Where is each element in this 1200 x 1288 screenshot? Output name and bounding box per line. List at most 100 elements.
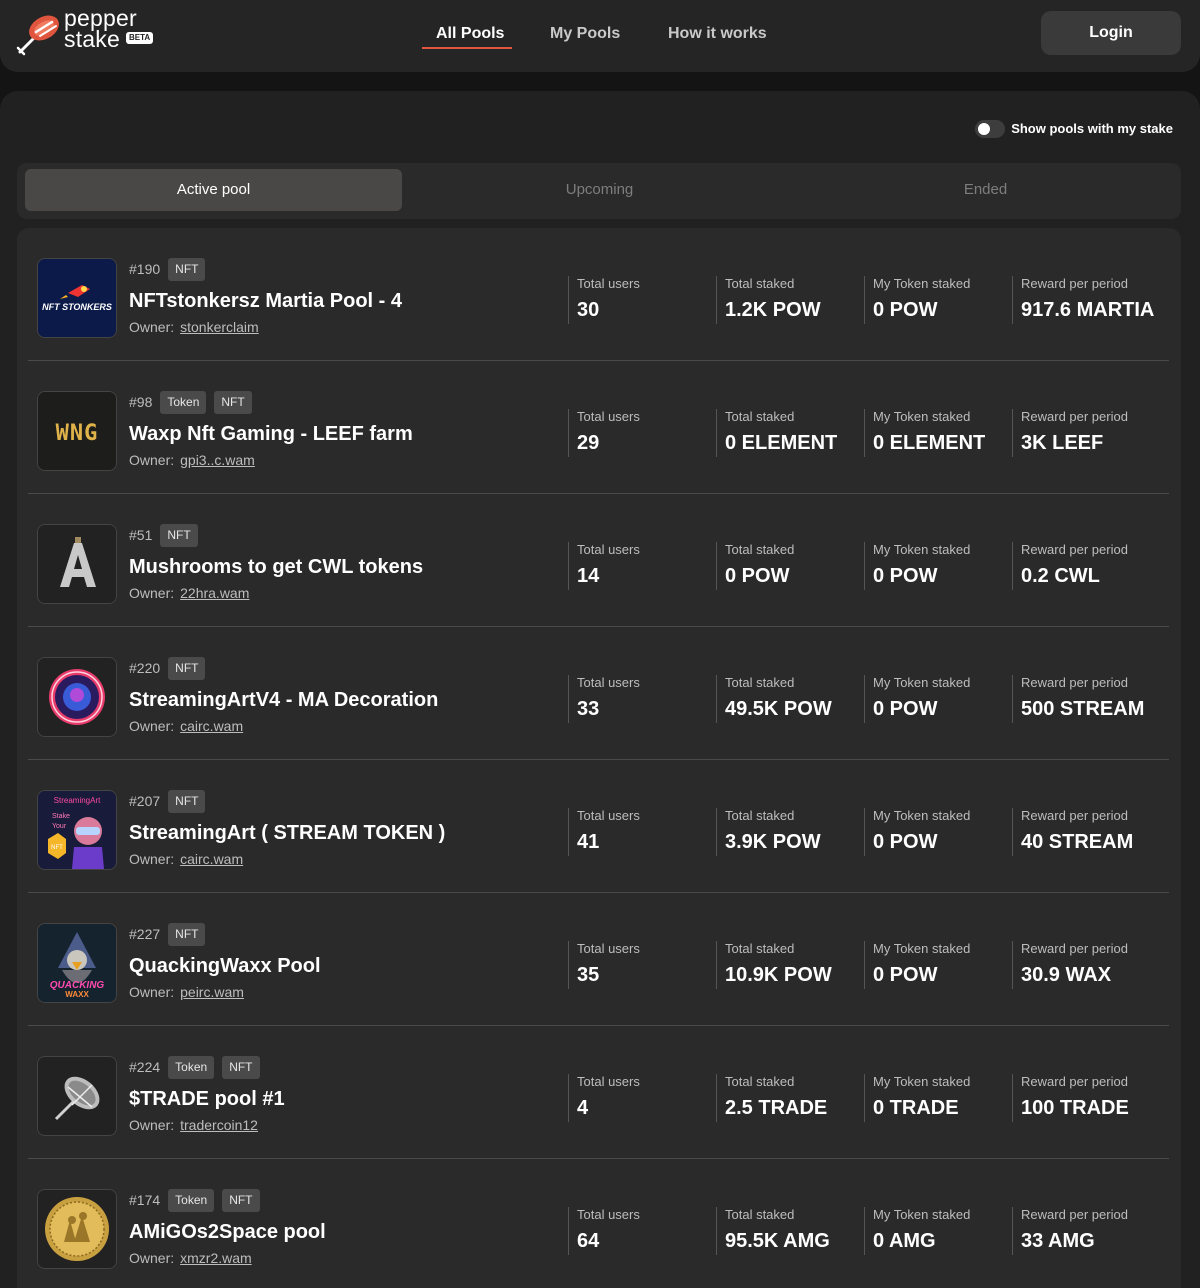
pool-id: #220 bbox=[129, 660, 161, 676]
stat-value: 30.9 WAX bbox=[1021, 964, 1112, 986]
stat-reward-per-period: Reward per period 30.9 WAX bbox=[1012, 941, 1152, 989]
wng-logo-icon: WNG bbox=[38, 392, 116, 470]
stat-label: My Token staked bbox=[873, 675, 971, 690]
stat-label: My Token staked bbox=[873, 808, 971, 823]
my-stake-filter: Show pools with my stake bbox=[973, 119, 1173, 139]
stat-label: My Token staked bbox=[873, 276, 971, 291]
pool-thumbnail bbox=[37, 1056, 117, 1136]
stat-label: My Token staked bbox=[873, 542, 971, 557]
pool-id: #207 bbox=[129, 793, 161, 809]
owner-link[interactable]: cairc.wam bbox=[180, 851, 243, 867]
stat-value: 33 bbox=[577, 698, 600, 720]
pool-id-line: #224 Token NFT bbox=[129, 1055, 549, 1079]
stat-value: 14 bbox=[577, 565, 600, 587]
owner-link[interactable]: 22hra.wam bbox=[180, 585, 249, 601]
tab-active-pool[interactable]: Active pool bbox=[25, 169, 402, 211]
stat-total-staked: Total staked 0 POW bbox=[716, 542, 856, 590]
streamingart-poster-icon: StreamingArt Stake Your NFT bbox=[38, 791, 116, 869]
stat-total-staked: Total staked 0 ELEMENT bbox=[716, 409, 856, 457]
top-header: pepper stake BETA All Pools My Pools How… bbox=[0, 0, 1200, 72]
pool-row[interactable]: WNG #98 Token NFT Waxp Nft Gaming - LEEF … bbox=[28, 361, 1169, 494]
pool-type-badge: Token bbox=[160, 390, 207, 414]
pool-id-line: #51 NFT bbox=[129, 523, 549, 547]
pool-type-badge: NFT bbox=[214, 390, 252, 414]
pool-row[interactable]: #224 Token NFT $TRADE pool #1 Owner: trade… bbox=[28, 1026, 1169, 1159]
owner-label: Owner: bbox=[129, 452, 175, 468]
pool-id-line: #174 Token NFT bbox=[129, 1188, 549, 1212]
nav-my-pools[interactable]: My Pools bbox=[550, 24, 620, 44]
pool-id-line: #227 NFT bbox=[129, 922, 549, 946]
pool-name[interactable]: QuackingWaxx Pool bbox=[129, 954, 549, 978]
pool-name[interactable]: Waxp Nft Gaming - LEEF farm bbox=[129, 422, 549, 446]
brand-wordmark: pepper stake bbox=[64, 7, 137, 51]
pool-owner: Owner: gpi3..c.wam bbox=[129, 452, 549, 468]
owner-link[interactable]: stonkerclaim bbox=[180, 319, 259, 335]
owner-label: Owner: bbox=[129, 319, 175, 335]
pool-row[interactable]: #220 NFT StreamingArtV4 - MA Decoration … bbox=[28, 627, 1169, 760]
pool-name[interactable]: NFTstonkersz Martia Pool - 4 bbox=[129, 289, 549, 313]
tab-upcoming[interactable]: Upcoming bbox=[411, 169, 788, 211]
stat-label: Total staked bbox=[725, 276, 795, 291]
owner-link[interactable]: xmzr2.wam bbox=[180, 1250, 252, 1266]
pool-name[interactable]: StreamingArtV4 - MA Decoration bbox=[129, 688, 549, 712]
owner-label: Owner: bbox=[129, 585, 175, 601]
stat-total-users: Total users 14 bbox=[568, 542, 708, 590]
owner-label: Owner: bbox=[129, 851, 175, 867]
pool-type-badge: NFT bbox=[222, 1188, 260, 1212]
stat-label: Total users bbox=[577, 276, 640, 291]
pool-name[interactable]: Mushrooms to get CWL tokens bbox=[129, 555, 549, 579]
stat-total-users: Total users 29 bbox=[568, 409, 708, 457]
tab-ended[interactable]: Ended bbox=[797, 169, 1174, 211]
pool-row[interactable]: NFT STONKERS #190 NFT NFTstonkersz Marti… bbox=[28, 228, 1169, 361]
stat-value: 917.6 MARTIA bbox=[1021, 299, 1155, 321]
satellite-dish-icon bbox=[38, 1057, 116, 1135]
pool-row[interactable]: #174 Token NFT AMiGOs2Space pool Owner: xm… bbox=[28, 1159, 1169, 1288]
stat-total-staked: Total staked 10.9K POW bbox=[716, 941, 856, 989]
stat-label: Reward per period bbox=[1021, 1207, 1128, 1222]
stat-value: 100 TRADE bbox=[1021, 1097, 1129, 1119]
stat-value: 49.5K POW bbox=[725, 698, 832, 720]
pepperstake-logo[interactable]: pepper stake BETA bbox=[16, 7, 156, 56]
stat-value: 41 bbox=[577, 831, 600, 853]
pool-type-badge: NFT bbox=[160, 523, 198, 547]
pool-info: #227 NFT QuackingWaxx Pool Owner: peirc.w… bbox=[129, 922, 549, 1000]
stat-total-staked: Total staked 2.5 TRADE bbox=[716, 1074, 856, 1122]
pool-owner: Owner: cairc.wam bbox=[129, 718, 549, 734]
pool-type-badge: Token bbox=[168, 1055, 215, 1079]
pool-row[interactable]: StreamingArt Stake Your NFT #207 NFT Stream… bbox=[28, 760, 1169, 893]
stat-my-token-staked: My Token staked 0 POW bbox=[864, 276, 1004, 324]
pool-owner: Owner: tradercoin12 bbox=[129, 1117, 549, 1133]
pool-name[interactable]: $TRADE pool #1 bbox=[129, 1087, 549, 1111]
pool-row[interactable]: QUACKING WAXX #227 NFT QuackingWaxx Pool … bbox=[28, 893, 1169, 1026]
stat-value: 3K LEEF bbox=[1021, 432, 1104, 454]
pool-info: #190 NFT NFTstonkersz Martia Pool - 4 Ow… bbox=[129, 257, 549, 335]
my-stake-toggle[interactable] bbox=[975, 120, 1005, 138]
owner-link[interactable]: cairc.wam bbox=[180, 718, 243, 734]
stat-reward-per-period: Reward per period 500 STREAM bbox=[1012, 675, 1152, 723]
stat-reward-per-period: Reward per period 33 AMG bbox=[1012, 1207, 1152, 1255]
nav-how-it-works[interactable]: How it works bbox=[668, 24, 767, 44]
owner-link[interactable]: peirc.wam bbox=[180, 984, 244, 1000]
pool-thumbnail: NFT STONKERS bbox=[37, 258, 117, 338]
pool-id-line: #98 Token NFT bbox=[129, 390, 549, 414]
pool-row[interactable]: #51 NFT Mushrooms to get CWL tokens Owne… bbox=[28, 494, 1169, 627]
stat-total-users: Total users 30 bbox=[568, 276, 708, 324]
nav-all-pools[interactable]: All Pools bbox=[436, 24, 504, 44]
pool-name[interactable]: AMiGOs2Space pool bbox=[129, 1220, 549, 1244]
owner-link[interactable]: gpi3..c.wam bbox=[180, 452, 255, 468]
stat-value: 2.5 TRADE bbox=[725, 1097, 828, 1119]
stat-value: 4 bbox=[577, 1097, 589, 1119]
stat-value: 0 TRADE bbox=[873, 1097, 959, 1119]
pool-name[interactable]: StreamingArt ( STREAM TOKEN ) bbox=[129, 821, 549, 845]
stat-value: 10.9K POW bbox=[725, 964, 832, 986]
login-button[interactable]: Login bbox=[1041, 11, 1181, 55]
stat-value: 95.5K AMG bbox=[725, 1230, 830, 1252]
pool-type-badge: Token bbox=[168, 1188, 215, 1212]
stat-label: Total staked bbox=[725, 542, 795, 557]
stat-label: Total users bbox=[577, 808, 640, 823]
pools-panel: Show pools with my stake Active pool Upc… bbox=[0, 91, 1200, 1288]
owner-label: Owner: bbox=[129, 984, 175, 1000]
pool-owner: Owner: xmzr2.wam bbox=[129, 1250, 549, 1266]
owner-link[interactable]: tradercoin12 bbox=[180, 1117, 258, 1133]
stat-value: 64 bbox=[577, 1230, 600, 1252]
